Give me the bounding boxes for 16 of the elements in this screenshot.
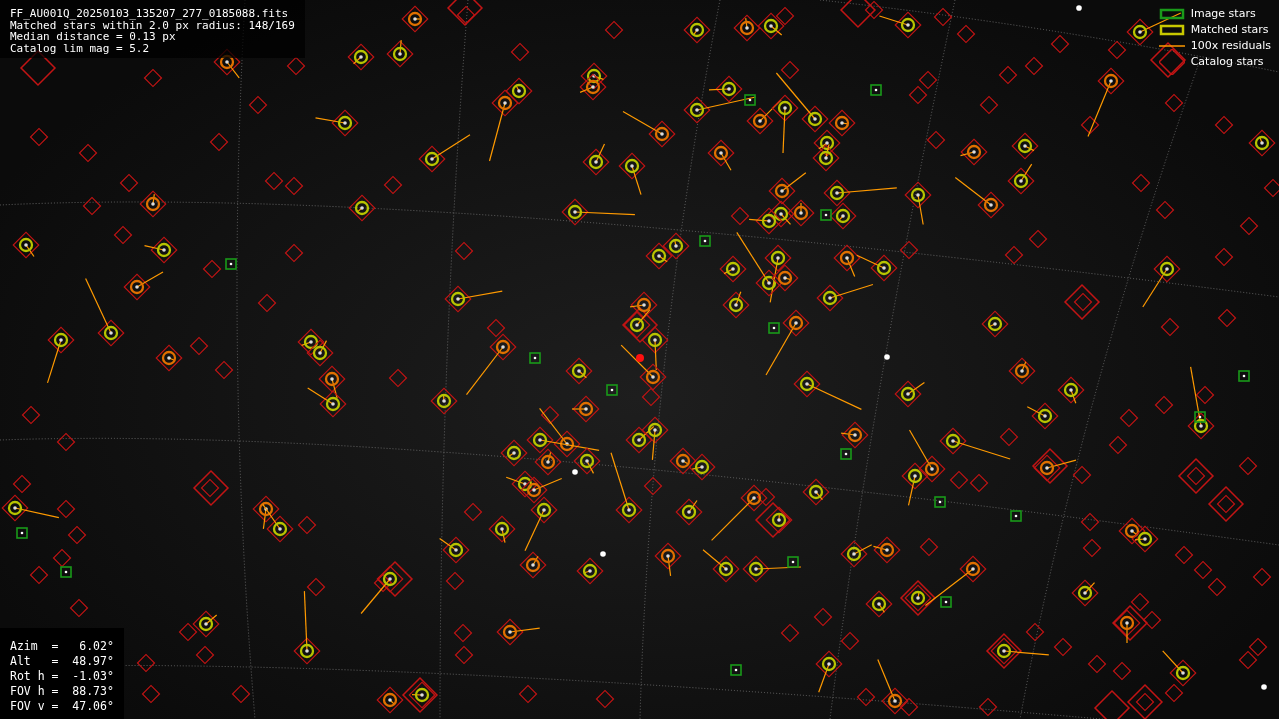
image-star-legend-icon bbox=[1158, 7, 1185, 20]
legend-label: Matched stars bbox=[1190, 23, 1269, 36]
catalog-star-legend-icon bbox=[1158, 48, 1185, 75]
camera-info-text: Alt = 48.97° bbox=[10, 654, 114, 669]
header-text: Matched stars within 2.0 px radius: 148/169 bbox=[10, 19, 295, 31]
legend-label: 100x residuals bbox=[1190, 39, 1271, 52]
camera-info-text: Rot h = -1.03° bbox=[10, 669, 114, 684]
legend-label: Image stars bbox=[1190, 7, 1256, 20]
camera-info-text: Azim = 6.02° bbox=[10, 639, 114, 654]
legend-label: Catalog stars bbox=[1190, 55, 1264, 68]
camera-info-text: FOV v = 47.06° bbox=[10, 699, 114, 714]
header-text: Catalog lim mag = 5.2 bbox=[10, 42, 151, 54]
camera-info-text: FOV h = 88.73° bbox=[10, 684, 114, 699]
header-text: Median distance = 0.13 px bbox=[10, 31, 176, 43]
matched-star-legend-icon bbox=[1158, 23, 1185, 36]
header-text: FF_AU001Q_20250103_135207_277_0185088.fits bbox=[10, 8, 290, 20]
